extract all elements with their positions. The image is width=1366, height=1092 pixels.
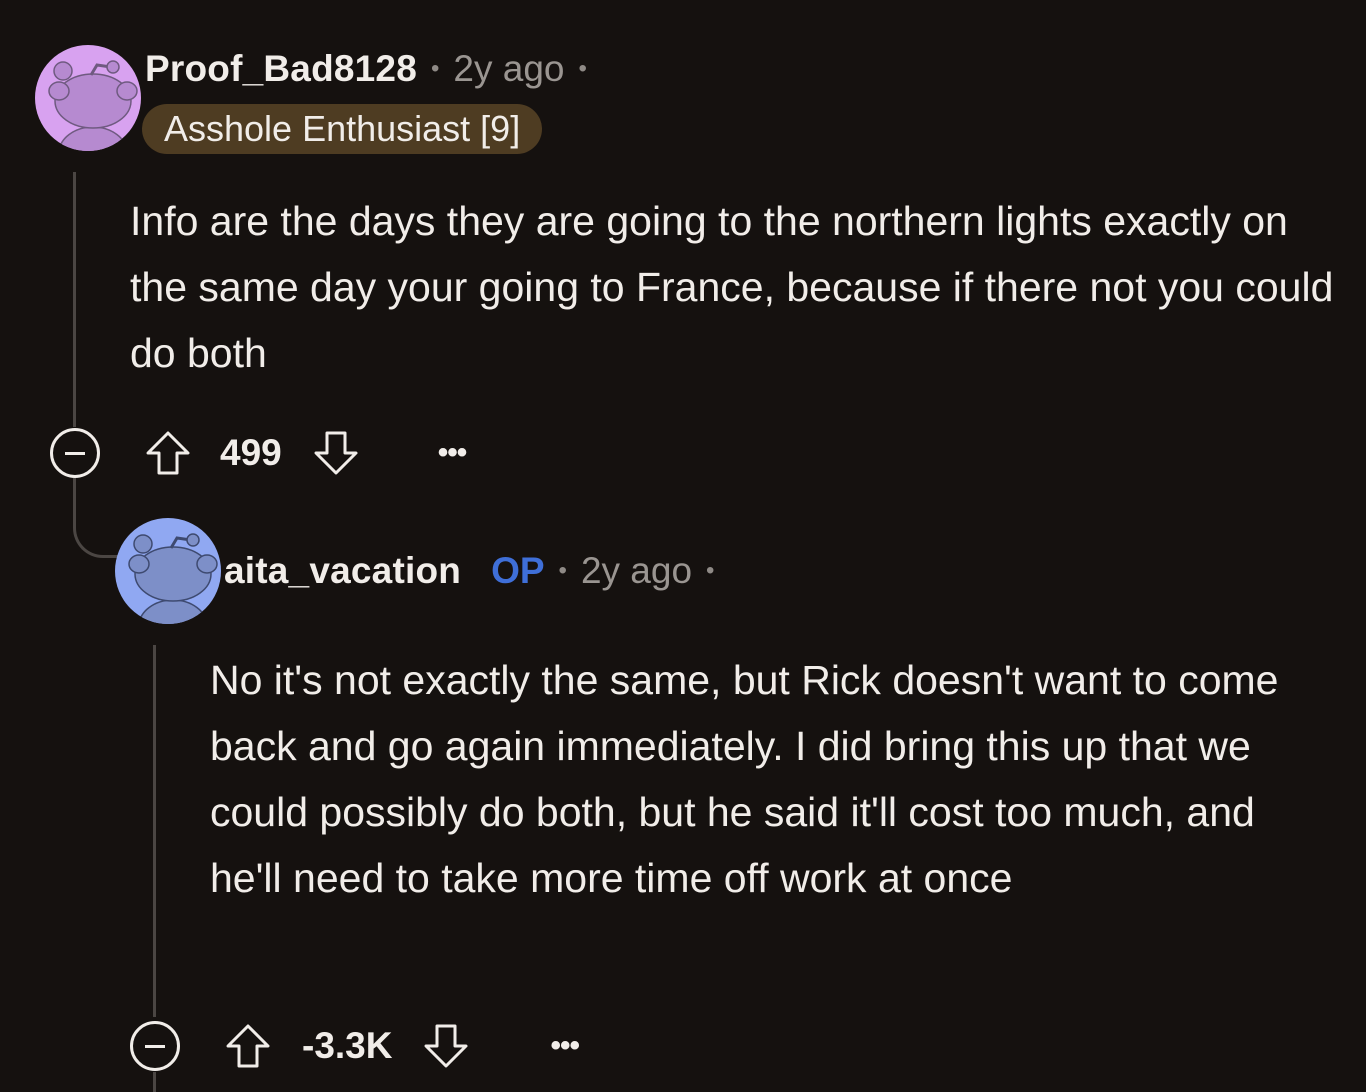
comment-thread: Proof_Bad8128 • 2y ago • Asshole Enthusi… — [0, 0, 1366, 1092]
user-flair: Asshole Enthusiast [9] — [142, 104, 543, 154]
minus-circle-icon[interactable] — [130, 1021, 180, 1071]
more-options-icon[interactable]: ••• — [550, 1029, 579, 1063]
snoo-avatar-icon — [35, 45, 141, 151]
snoo-avatar-icon — [115, 518, 221, 624]
comment-body: Info are the days they are going to the … — [130, 198, 1334, 376]
vote-score: -3.3K — [302, 1025, 393, 1066]
comment-header: aita_vacation OP • 2y ago • — [224, 548, 728, 594]
op-badge: OP — [491, 550, 545, 591]
separator-dot: • — [706, 557, 715, 584]
separator-dot: • — [558, 557, 567, 584]
username[interactable]: Proof_Bad8128 — [145, 48, 417, 90]
separator-dot: • — [578, 55, 587, 82]
thread-line-continuation — [153, 1072, 156, 1092]
upvote-arrow-icon[interactable] — [144, 429, 192, 477]
timestamp[interactable]: 2y ago — [581, 550, 692, 592]
minus-circle-icon[interactable] — [50, 428, 100, 478]
thread-connector — [73, 478, 125, 558]
timestamp[interactable]: 2y ago — [453, 48, 564, 90]
vote-score: 499 — [220, 432, 282, 473]
comment-header: Proof_Bad8128 • 2y ago • — [145, 46, 601, 92]
thread-line-1[interactable] — [73, 172, 76, 427]
upvote-arrow-icon[interactable] — [224, 1022, 272, 1070]
avatar[interactable] — [115, 518, 221, 624]
comment-body: No it's not exactly the same, but Rick d… — [210, 657, 1279, 901]
separator-dot: • — [431, 55, 440, 82]
username[interactable]: aita_vacation — [224, 550, 461, 592]
more-options-icon[interactable]: ••• — [438, 436, 467, 470]
downvote-arrow-icon[interactable] — [312, 429, 360, 477]
downvote-arrow-icon[interactable] — [422, 1022, 470, 1070]
thread-line-2[interactable] — [153, 645, 156, 1017]
avatar[interactable] — [35, 45, 141, 151]
comment-action-bar: -3.3K ••• — [130, 1020, 580, 1072]
comment-action-bar: 499 ••• — [50, 427, 467, 479]
